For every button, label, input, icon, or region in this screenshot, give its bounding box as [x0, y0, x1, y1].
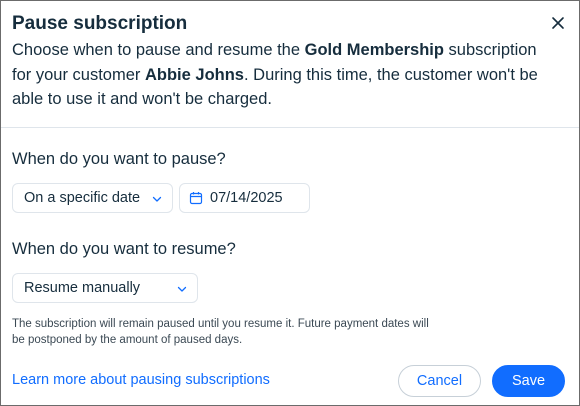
plan-name: Gold Membership — [304, 41, 444, 59]
close-icon — [552, 17, 564, 29]
save-button[interactable]: Save — [492, 365, 565, 397]
customer-name: Abbie Johns — [144, 65, 244, 84]
description-text-1: Choose when to pause and resume the — [12, 41, 305, 59]
resume-section-label: When do you want to resume? — [12, 240, 236, 258]
pause-subscription-dialog: Pause subscription Choose when to pause … — [0, 0, 580, 406]
learn-more-link[interactable]: Learn more about pausing subscriptions — [12, 372, 270, 388]
resume-helper-text: The subscription will remain paused unti… — [12, 318, 429, 346]
dialog-title: Pause subscription — [12, 13, 188, 34]
pause-date-input[interactable]: 07/14/2025 — [179, 183, 310, 213]
chevron-down-icon — [177, 286, 187, 292]
pause-section-label: When do you want to pause? — [12, 150, 226, 168]
dialog-header: Pause subscription Choose when to pause … — [1, 1, 579, 128]
pause-type-selected: On a specific date — [24, 190, 141, 206]
resume-type-selected: Resume manually — [24, 280, 141, 296]
resume-type-dropdown[interactable]: Resume manually — [12, 273, 198, 303]
dialog-description: Choose when to pause and resume the Gold… — [12, 38, 557, 112]
chevron-down-icon — [152, 196, 162, 202]
close-button[interactable] — [548, 13, 568, 33]
pause-type-dropdown[interactable]: On a specific date — [12, 183, 173, 213]
calendar-icon — [189, 192, 203, 205]
pause-date-value: 07/14/2025 — [210, 190, 283, 206]
cancel-button[interactable]: Cancel — [398, 365, 481, 397]
